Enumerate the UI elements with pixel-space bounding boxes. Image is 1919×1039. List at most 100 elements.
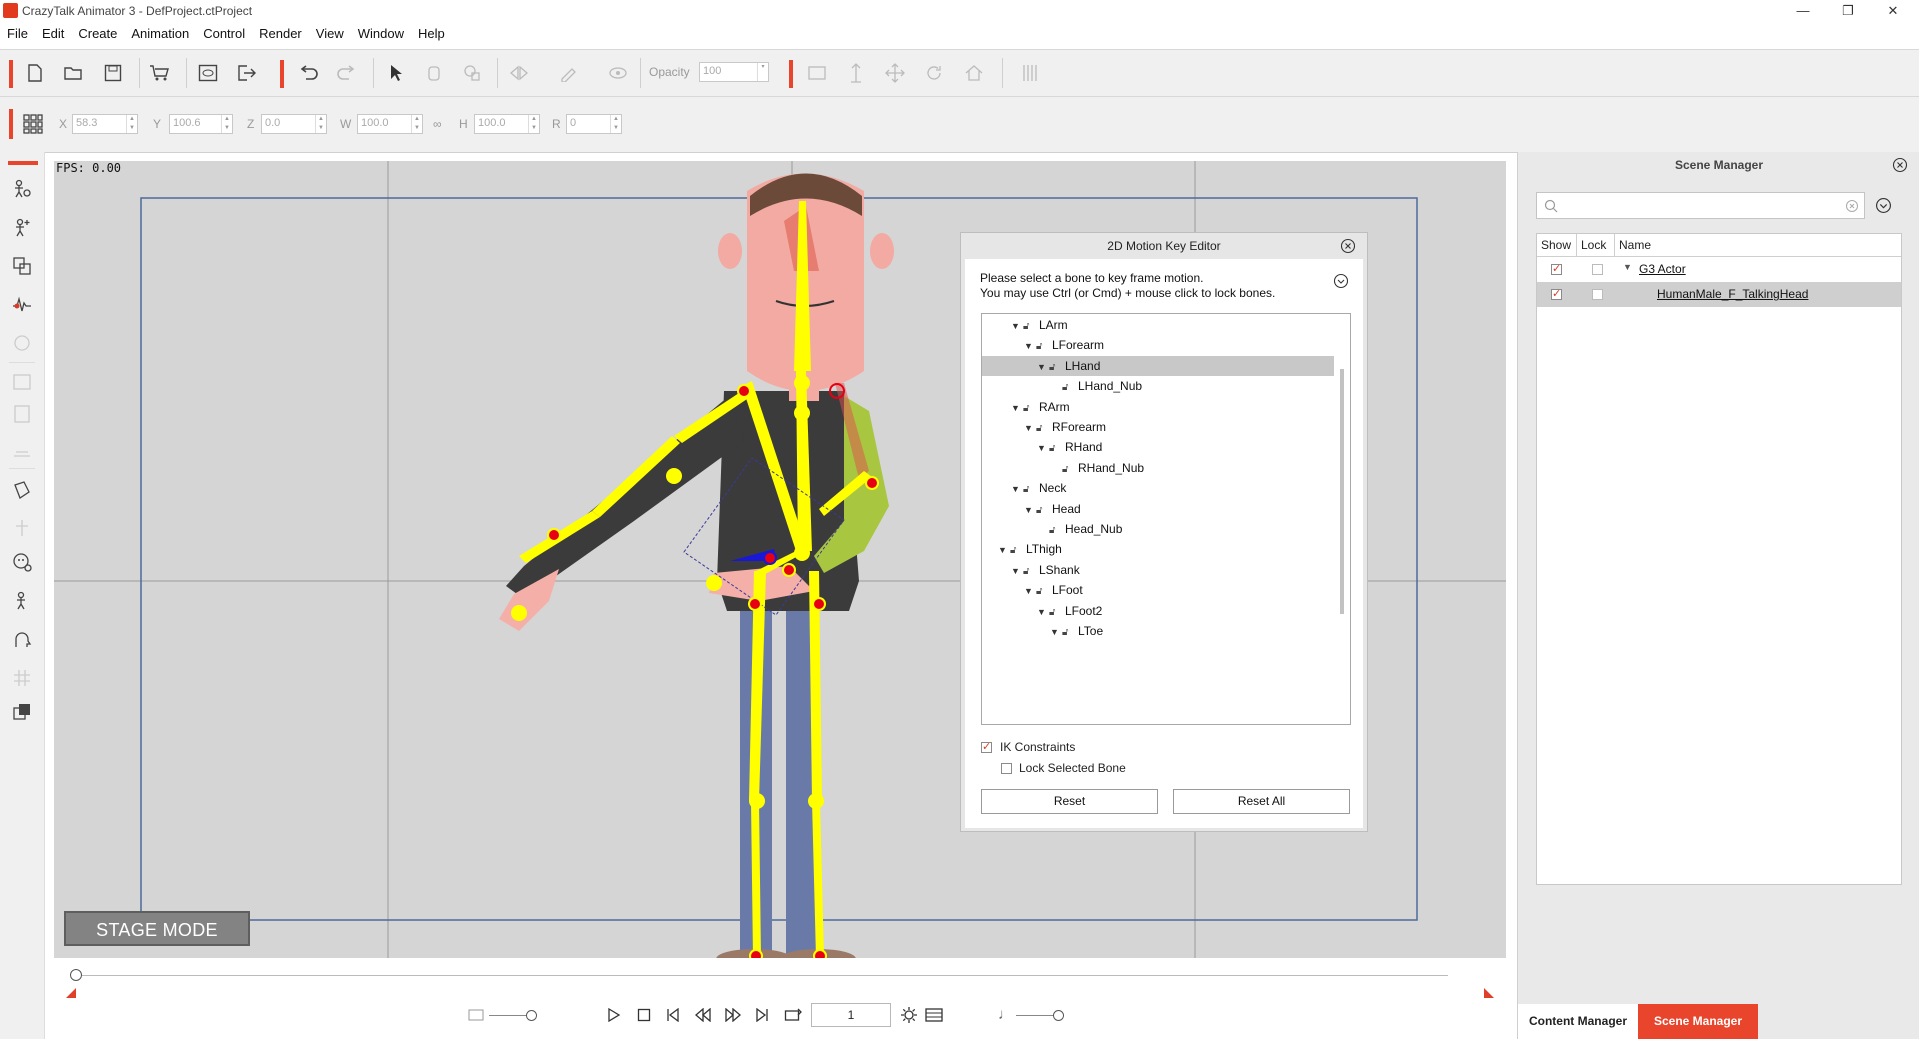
timeline-playhead[interactable]	[70, 969, 82, 981]
undo-icon[interactable]	[297, 62, 319, 84]
bone-tree-item[interactable]: ▼ 🔓︎ RForearm	[982, 417, 1336, 437]
sprite-editor-icon[interactable]	[11, 256, 33, 278]
unlock-icon[interactable]: 🔓︎	[1049, 521, 1065, 541]
bone-tree-item[interactable]: ▼ 🔓︎ LForearm	[982, 335, 1336, 355]
z-input[interactable]: 0.0 ▲ ▼	[261, 114, 327, 134]
h-input[interactable]: 100.0 ▲ ▼	[474, 114, 540, 134]
flip-icon[interactable]	[508, 62, 530, 84]
unlock-icon[interactable]: 🔓︎	[1036, 582, 1052, 602]
body-puppet-icon[interactable]	[11, 518, 33, 540]
body-key-icon[interactable]	[11, 591, 33, 613]
timeline-icon[interactable]	[11, 372, 33, 394]
timeline-start-marker[interactable]	[66, 988, 76, 998]
stop-icon[interactable]	[637, 1008, 651, 1025]
prev-key-icon[interactable]	[695, 1007, 711, 1025]
next-key-icon[interactable]	[725, 1007, 741, 1025]
w-spinner-icon[interactable]: ▲ ▼	[411, 115, 422, 133]
bone-tree-item[interactable]: 🔓︎ RHand_Nub	[982, 458, 1336, 478]
hand-icon[interactable]	[423, 62, 445, 84]
menu-control[interactable]: Control	[196, 24, 252, 41]
close-window-button[interactable]: ✕	[1870, 0, 1916, 22]
eye-icon[interactable]	[607, 62, 629, 84]
menu-view[interactable]: View	[309, 24, 351, 41]
unlock-icon[interactable]: 🔓︎	[1036, 419, 1052, 439]
motion-key-icon[interactable]	[11, 294, 33, 316]
subtitle-icon[interactable]	[468, 1009, 484, 1024]
unlock-icon[interactable]: 🔓︎	[1036, 337, 1052, 357]
menu-create[interactable]: Create	[71, 24, 124, 41]
bone-tree-item[interactable]: ▼ 🔓︎ LHand	[982, 355, 1334, 376]
restore-button[interactable]: ❐	[1825, 0, 1871, 22]
minimize-button[interactable]: —	[1780, 0, 1826, 22]
actor-settings-icon[interactable]	[11, 179, 33, 201]
last-frame-icon[interactable]	[755, 1007, 769, 1025]
menu-window[interactable]: Window	[351, 24, 411, 41]
tab-scene-manager[interactable]: Scene Manager	[1638, 1004, 1758, 1039]
open-icon[interactable]	[63, 62, 85, 84]
bone-tree-item[interactable]: ▼ 🔓︎ LArm	[982, 315, 1336, 335]
expand-arrow-icon[interactable]: ▼	[998, 540, 1010, 560]
path-icon[interactable]	[11, 442, 33, 464]
r-input[interactable]: 0 ▲ ▼	[566, 114, 622, 134]
bone-tree-item[interactable]: 🔓︎ Head_Nub	[982, 519, 1336, 539]
preview-icon[interactable]	[197, 62, 219, 84]
export-icon[interactable]	[236, 62, 258, 84]
puppet-icon[interactable]	[11, 404, 33, 426]
brush-icon[interactable]	[558, 62, 580, 84]
expand-arrow-icon[interactable]: ▼	[1024, 500, 1036, 520]
bone-tree-item[interactable]: ▼ 🔓︎ LThigh	[982, 539, 1336, 559]
scene-item-name[interactable]: G3 Actor	[1639, 262, 1686, 276]
rotate-icon[interactable]	[923, 62, 945, 84]
move-vertical-icon[interactable]	[845, 62, 867, 84]
grid-lines-icon[interactable]	[11, 668, 33, 690]
table-row[interactable]: ✓ HumanMale_F_TalkingHead	[1537, 282, 1901, 307]
expand-arrow-icon[interactable]: ▼	[1024, 581, 1036, 601]
unlock-icon[interactable]: 🔓︎	[1049, 603, 1065, 623]
expand-arrow-icon[interactable]: ▼	[1011, 316, 1023, 336]
expand-arrow-icon[interactable]: ▼	[1011, 561, 1023, 581]
expand-arrow-icon[interactable]: ▼	[1024, 418, 1036, 438]
column-show[interactable]: Show	[1537, 234, 1577, 256]
first-frame-icon[interactable]	[666, 1007, 680, 1025]
sprite-icon[interactable]	[461, 62, 483, 84]
x-spinner-icon[interactable]: ▲ ▼	[126, 115, 137, 133]
bone-editor-icon[interactable]	[11, 218, 33, 240]
menu-animation[interactable]: Animation	[124, 24, 196, 41]
scene-item-name[interactable]: HumanMale_F_TalkingHead	[1657, 287, 1808, 301]
menu-edit[interactable]: Edit	[35, 24, 71, 41]
bone-tree-item[interactable]: 🔓︎ LHand_Nub	[982, 376, 1336, 396]
unlock-icon[interactable]: 🔓︎	[1023, 562, 1039, 582]
lock-selected-bone-checkbox[interactable]	[1001, 763, 1012, 774]
dialog-close-icon[interactable]	[1340, 238, 1356, 257]
ik-constraints-checkbox[interactable]: ✓	[981, 742, 992, 753]
unlock-icon[interactable]: 🔓︎	[1062, 460, 1078, 480]
face-puppet-icon[interactable]	[11, 480, 33, 502]
w-input[interactable]: 100.0 ▲ ▼	[357, 114, 423, 134]
lock-checkbox[interactable]	[1592, 264, 1603, 275]
opacity-input[interactable]: 100 ▾	[699, 62, 769, 82]
link-scale-icon[interactable]: ∞	[433, 117, 442, 131]
music-note-icon[interactable]: ♩	[998, 1006, 1013, 1023]
save-icon[interactable]	[102, 62, 124, 84]
tree-scrollbar[interactable]	[1340, 369, 1344, 614]
filter-dropdown-icon[interactable]	[1875, 197, 1892, 217]
unlock-icon[interactable]: 🔓︎	[1023, 480, 1039, 500]
bone-tree[interactable]: ▼ 🔓︎ LArm ▼ 🔓︎ LForearm ▼ 🔓︎ LHand 🔓︎ LHand_Nub ▼ 🔓︎…	[981, 313, 1351, 725]
unlock-icon[interactable]: 🔓︎	[1049, 439, 1065, 459]
expand-arrow-icon[interactable]: ▼	[1623, 262, 1632, 272]
expand-arrow-icon[interactable]: ▼	[1024, 336, 1036, 356]
reset-all-button[interactable]: Reset All	[1173, 789, 1350, 814]
table-row[interactable]: ✓ ▼ G3 Actor	[1537, 257, 1901, 282]
layer-icon[interactable]	[806, 62, 828, 84]
home-icon[interactable]	[964, 62, 986, 84]
cart-icon[interactable]	[148, 62, 170, 84]
expand-arrow-icon[interactable]: ▼	[1037, 438, 1049, 458]
timeline-panel-icon[interactable]	[925, 1008, 943, 1025]
options-dropdown-icon[interactable]	[1333, 273, 1349, 292]
align-icon[interactable]	[1020, 62, 1042, 84]
lock-checkbox[interactable]	[1592, 289, 1603, 300]
z-spinner-icon[interactable]: ▲ ▼	[315, 115, 326, 133]
toolbar-grip[interactable]	[789, 60, 793, 88]
grid-icon[interactable]	[22, 113, 44, 135]
expand-arrow-icon[interactable]: ▼	[1011, 479, 1023, 499]
